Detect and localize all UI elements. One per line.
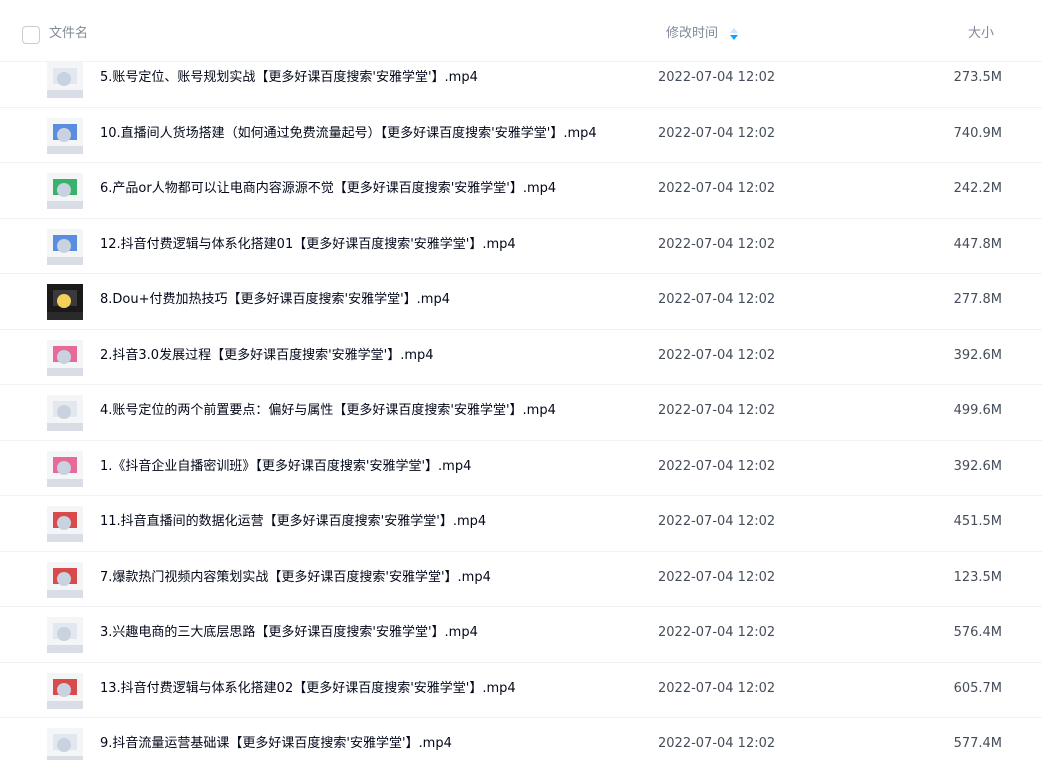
file-row[interactable]: 1.《抖音企业自播密训班》【更多好课百度搜索'安雅学堂'】.mp4 2022-0…: [0, 441, 1042, 496]
video-thumbnail-icon: [47, 395, 83, 431]
file-row[interactable]: 11.抖音直播间的数据化运营【更多好课百度搜索'安雅学堂'】.mp4 2022-…: [0, 496, 1042, 552]
file-modified-time: 2022-07-04 12:02: [658, 514, 776, 529]
file-name[interactable]: 1.《抖音企业自播密训班》【更多好课百度搜索'安雅学堂'】.mp4: [100, 458, 471, 476]
file-modified-time: 2022-07-04 12:02: [658, 680, 776, 696]
file-modified-time: 2022-07-04 12:02: [658, 569, 776, 585]
file-name[interactable]: 11.抖音直播间的数据化运营【更多好课百度搜索'安雅学堂'】.mp4: [100, 513, 486, 531]
file-name[interactable]: 13.抖音付费逻辑与体系化搭建02【更多好课百度搜索'安雅学堂'】.mp4: [100, 680, 516, 698]
file-modified-time: 2022-07-04 12:02: [658, 736, 776, 751]
file-name[interactable]: 10.直播间人货场搭建（如何通过免费流量起号）【更多好课百度搜索'安雅学堂'】.…: [100, 125, 597, 143]
video-thumbnail-icon: [47, 117, 83, 154]
file-row[interactable]: 10.直播间人货场搭建（如何通过免费流量起号）【更多好课百度搜索'安雅学堂'】.…: [0, 108, 1042, 163]
video-thumbnail-icon: [47, 173, 83, 209]
file-modified-time: 2022-07-04 12:02: [658, 403, 776, 418]
file-name[interactable]: 7.爆款热门视频内容策划实战【更多好课百度搜索'安雅学堂'】.mp4: [100, 569, 491, 587]
file-name[interactable]: 8.Dou+付费加热技巧【更多好课百度搜索'安雅学堂'】.mp4: [100, 291, 450, 309]
file-size: 576.4M: [953, 625, 1002, 640]
file-list-header: 文件名 修改时间 大小: [0, 0, 1042, 62]
video-thumbnail-icon: [47, 284, 83, 320]
video-thumbnail-icon: [47, 561, 83, 598]
file-row[interactable]: 6.产品or人物都可以让电商内容源源不觉【更多好课百度搜索'安雅学堂'】.mp4…: [0, 163, 1042, 219]
file-modified-time: 2022-07-04 12:02: [658, 70, 776, 85]
file-name[interactable]: 4.账号定位的两个前置要点：偏好与属性【更多好课百度搜索'安雅学堂'】.mp4: [100, 402, 556, 420]
file-size: 740.9M: [953, 125, 1002, 141]
file-row[interactable]: 3.兴趣电商的三大底层思路【更多好课百度搜索'安雅学堂'】.mp4 2022-0…: [0, 607, 1042, 663]
select-all-checkbox[interactable]: [22, 26, 40, 44]
file-size: 499.6M: [953, 403, 1002, 418]
file-size: 451.5M: [953, 514, 1002, 529]
file-modified-time: 2022-07-04 12:02: [658, 181, 776, 196]
file-name[interactable]: 12.抖音付费逻辑与体系化搭建01【更多好课百度搜索'安雅学堂'】.mp4: [100, 236, 516, 254]
column-header-name[interactable]: 文件名: [49, 25, 88, 43]
video-thumbnail-icon: [47, 617, 83, 653]
file-size: 605.7M: [953, 680, 1002, 696]
file-list: 文件名 修改时间 大小 5.账号定位、账号规划实战【更多好课百度搜索'安雅学堂'…: [0, 0, 1042, 760]
file-modified-time: 2022-07-04 12:02: [658, 458, 776, 474]
video-thumbnail-icon: [47, 62, 83, 98]
file-size: 242.2M: [953, 181, 1002, 196]
file-size: 123.5M: [953, 569, 1002, 585]
file-row[interactable]: 13.抖音付费逻辑与体系化搭建02【更多好课百度搜索'安雅学堂'】.mp4 20…: [0, 663, 1042, 718]
file-name[interactable]: 6.产品or人物都可以让电商内容源源不觉【更多好课百度搜索'安雅学堂'】.mp4: [100, 180, 556, 198]
file-name[interactable]: 3.兴趣电商的三大底层思路【更多好课百度搜索'安雅学堂'】.mp4: [100, 624, 478, 642]
file-rows: 5.账号定位、账号规划实战【更多好课百度搜索'安雅学堂'】.mp4 2022-0…: [0, 52, 1042, 760]
file-modified-time: 2022-07-04 12:02: [658, 292, 776, 307]
video-thumbnail-icon: [47, 339, 83, 376]
file-row[interactable]: 8.Dou+付费加热技巧【更多好课百度搜索'安雅学堂'】.mp4 2022-07…: [0, 274, 1042, 330]
file-size: 392.6M: [953, 458, 1002, 474]
file-name[interactable]: 5.账号定位、账号规划实战【更多好课百度搜索'安雅学堂'】.mp4: [100, 69, 478, 87]
file-modified-time: 2022-07-04 12:02: [658, 625, 776, 640]
file-row[interactable]: 12.抖音付费逻辑与体系化搭建01【更多好课百度搜索'安雅学堂'】.mp4 20…: [0, 219, 1042, 274]
file-size: 273.5M: [953, 70, 1002, 85]
file-modified-time: 2022-07-04 12:02: [658, 347, 776, 363]
file-row[interactable]: 4.账号定位的两个前置要点：偏好与属性【更多好课百度搜索'安雅学堂'】.mp4 …: [0, 385, 1042, 441]
file-row[interactable]: 9.抖音流量运营基础课【更多好课百度搜索'安雅学堂'】.mp4 2022-07-…: [0, 718, 1042, 760]
video-thumbnail-icon: [47, 728, 83, 760]
video-thumbnail-icon: [47, 228, 83, 265]
column-header-size[interactable]: 大小: [968, 25, 994, 43]
video-thumbnail-icon: [47, 672, 83, 709]
file-name[interactable]: 2.抖音3.0发展过程【更多好课百度搜索'安雅学堂'】.mp4: [100, 347, 434, 365]
file-size: 277.8M: [953, 292, 1002, 307]
sort-icon[interactable]: [730, 28, 738, 40]
file-row[interactable]: 7.爆款热门视频内容策划实战【更多好课百度搜索'安雅学堂'】.mp4 2022-…: [0, 552, 1042, 607]
file-size: 392.6M: [953, 347, 1002, 363]
file-name[interactable]: 9.抖音流量运营基础课【更多好课百度搜索'安雅学堂'】.mp4: [100, 735, 452, 753]
file-modified-time: 2022-07-04 12:02: [658, 125, 776, 141]
file-size: 577.4M: [953, 736, 1002, 751]
column-header-modified-time[interactable]: 修改时间: [666, 25, 718, 43]
file-row[interactable]: 2.抖音3.0发展过程【更多好课百度搜索'安雅学堂'】.mp4 2022-07-…: [0, 330, 1042, 385]
file-modified-time: 2022-07-04 12:02: [658, 236, 776, 252]
video-thumbnail-icon: [47, 450, 83, 487]
file-size: 447.8M: [953, 236, 1002, 252]
video-thumbnail-icon: [47, 506, 83, 542]
